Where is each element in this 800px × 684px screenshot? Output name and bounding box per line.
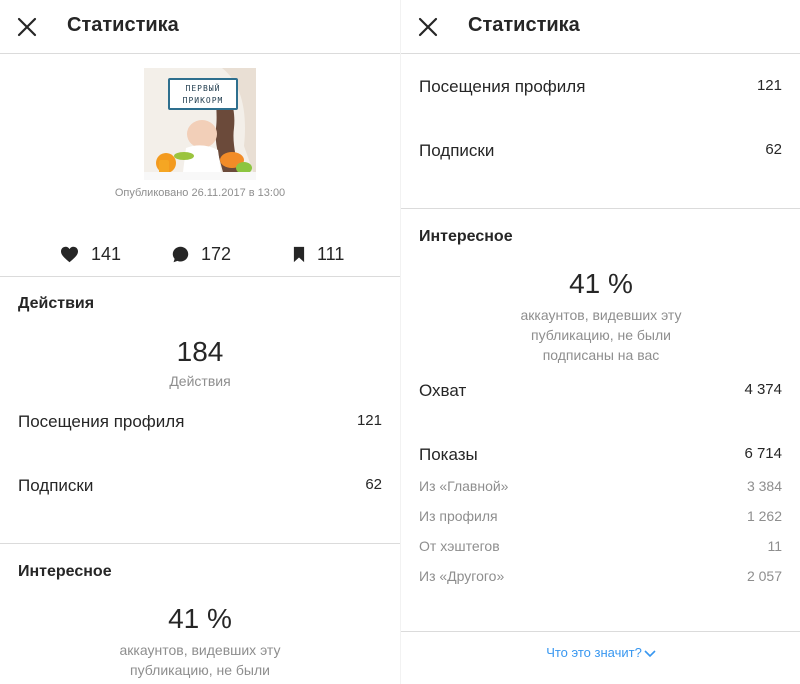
actions-section-title: Действия <box>18 295 95 312</box>
insights-screen-left: Статистика ПЕРВЫЙ ПРИКОРМ Опубликовано 2… <box>0 0 400 684</box>
sign-text-line1: ПЕРВЫЙ <box>185 84 221 93</box>
sign-text-line2: ПРИКОРМ <box>182 96 224 105</box>
discovery-section-title: Интересное <box>18 563 112 580</box>
impressions-other-label: Из «Другого» <box>419 568 505 584</box>
actions-caption: Действия <box>169 373 231 389</box>
bookmark-icon <box>293 246 305 262</box>
profile-visits-label: Посещения профиля <box>419 77 586 96</box>
page-title: Статистика <box>468 14 580 36</box>
help-link[interactable]: Что это значит? <box>401 645 800 660</box>
heart-icon <box>61 246 78 262</box>
saves-stat: 111 <box>293 242 344 266</box>
published-date: Опубликовано 26.11.2017 в 13:00 <box>114 187 286 199</box>
follows-value: 62 <box>765 141 782 158</box>
reach-value: 4 374 <box>744 381 782 398</box>
profile-visits-label: Посещения профиля <box>18 412 185 431</box>
header: Статистика <box>0 0 400 54</box>
comments-count: 172 <box>201 243 232 264</box>
impressions-hashtags-value: 11 <box>767 538 782 554</box>
help-link-label: Что это значит? <box>546 645 642 660</box>
follows-label: Подписки <box>419 141 495 160</box>
profile-visits-value: 121 <box>756 77 782 94</box>
impressions-home-label: Из «Главной» <box>419 478 509 494</box>
discovery-section-title: Интересное <box>419 228 513 245</box>
impressions-other-value: 2 057 <box>746 568 782 584</box>
likes-count: 141 <box>91 243 122 264</box>
impressions-home-value: 3 384 <box>746 478 782 494</box>
impressions-value: 6 714 <box>744 445 782 462</box>
follows-value: 62 <box>365 476 382 493</box>
divider <box>401 208 800 209</box>
header: Статистика <box>401 0 800 54</box>
post-thumbnail: ПЕРВЫЙ ПРИКОРМ <box>144 68 256 180</box>
non-follower-percent: 41 % <box>168 603 232 634</box>
profile-visits-value: 121 <box>356 412 382 429</box>
comments-stat: 172 <box>172 242 231 266</box>
non-follower-percent: 41 % <box>569 268 633 299</box>
divider <box>0 543 400 544</box>
chevron-down-icon <box>644 649 656 657</box>
impressions-profile-label: Из профиля <box>419 508 498 524</box>
follows-label: Подписки <box>18 476 94 495</box>
divider <box>0 276 400 277</box>
saves-count: 111 <box>317 243 345 264</box>
post-title-sign: ПЕРВЫЙ ПРИКОРМ <box>168 78 238 110</box>
close-icon[interactable] <box>16 16 38 38</box>
reach-label: Охват <box>419 381 467 400</box>
non-follower-description: аккаунтов, видевших эту публикацию, не б… <box>520 307 682 363</box>
impressions-profile-value: 1 262 <box>746 508 782 524</box>
impressions-label: Показы <box>419 445 478 464</box>
insights-screen-right: Статистика Посещения профиля 121 Подписк… <box>400 0 800 684</box>
close-icon[interactable] <box>417 16 439 38</box>
comment-icon <box>172 246 189 262</box>
non-follower-description: аккаунтов, видевших эту публикацию, не б… <box>119 642 281 684</box>
page-title: Статистика <box>67 14 179 36</box>
actions-count: 184 <box>176 336 224 367</box>
impressions-hashtags-label: От хэштегов <box>419 538 500 554</box>
likes-stat: 141 <box>60 242 121 266</box>
divider <box>401 631 800 632</box>
